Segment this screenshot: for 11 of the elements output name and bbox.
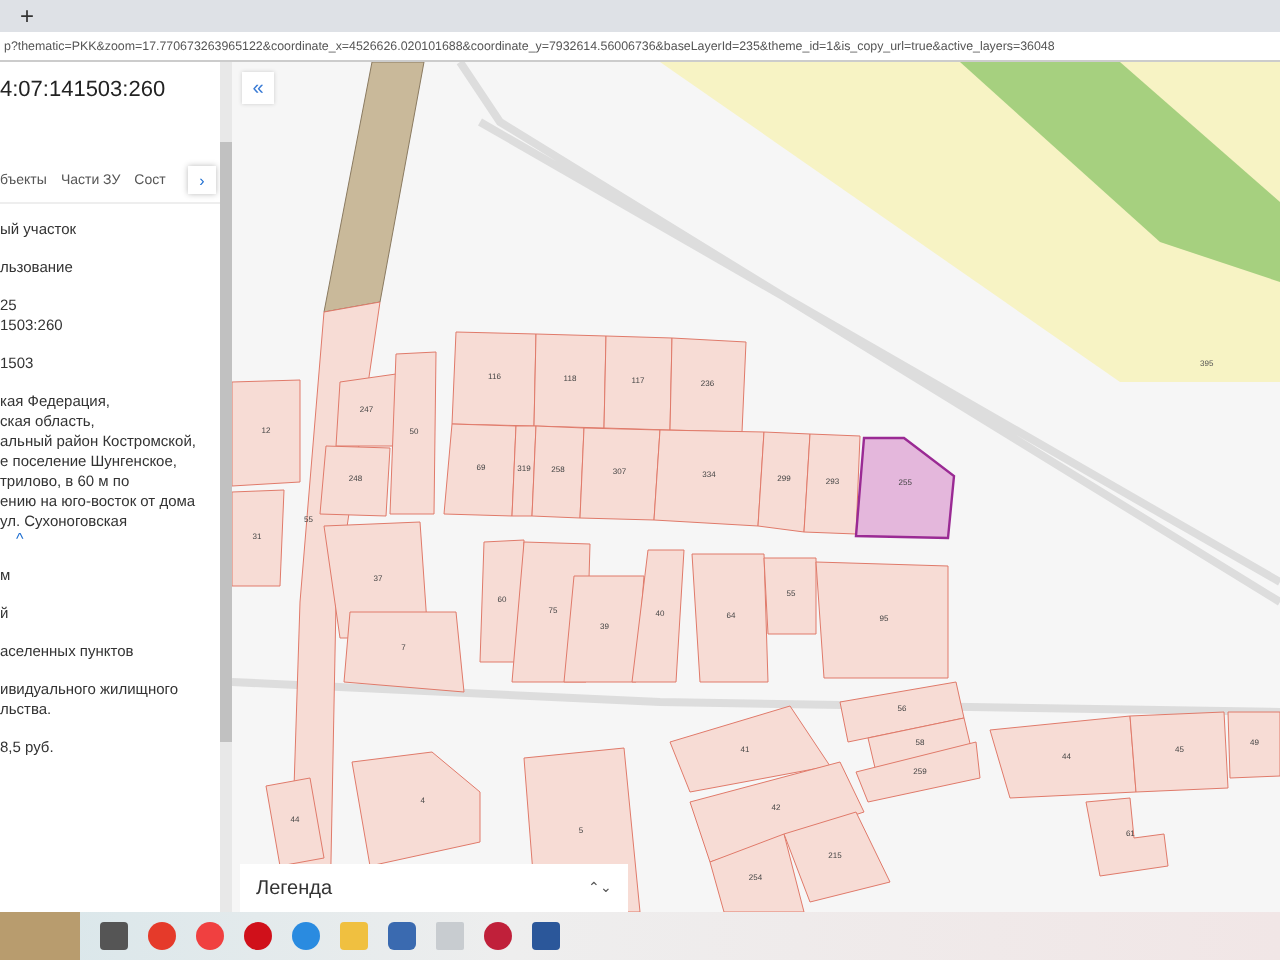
collapse-link[interactable]: ^: [0, 532, 220, 548]
collapse-panel-button[interactable]: «: [242, 72, 274, 104]
legend-label: Легенда: [256, 877, 333, 899]
scrollbar[interactable]: [220, 62, 232, 912]
parcel-number-title: 4:07:141503:260: [0, 76, 168, 106]
circle-icon[interactable]: [196, 922, 224, 950]
tabs-scroll-button[interactable]: ›: [188, 166, 216, 194]
photo-placeholder: [0, 912, 80, 960]
new-tab-button[interactable]: +: [20, 2, 35, 30]
circle-icon[interactable]: [292, 922, 320, 950]
circle-icon[interactable]: [148, 922, 176, 950]
